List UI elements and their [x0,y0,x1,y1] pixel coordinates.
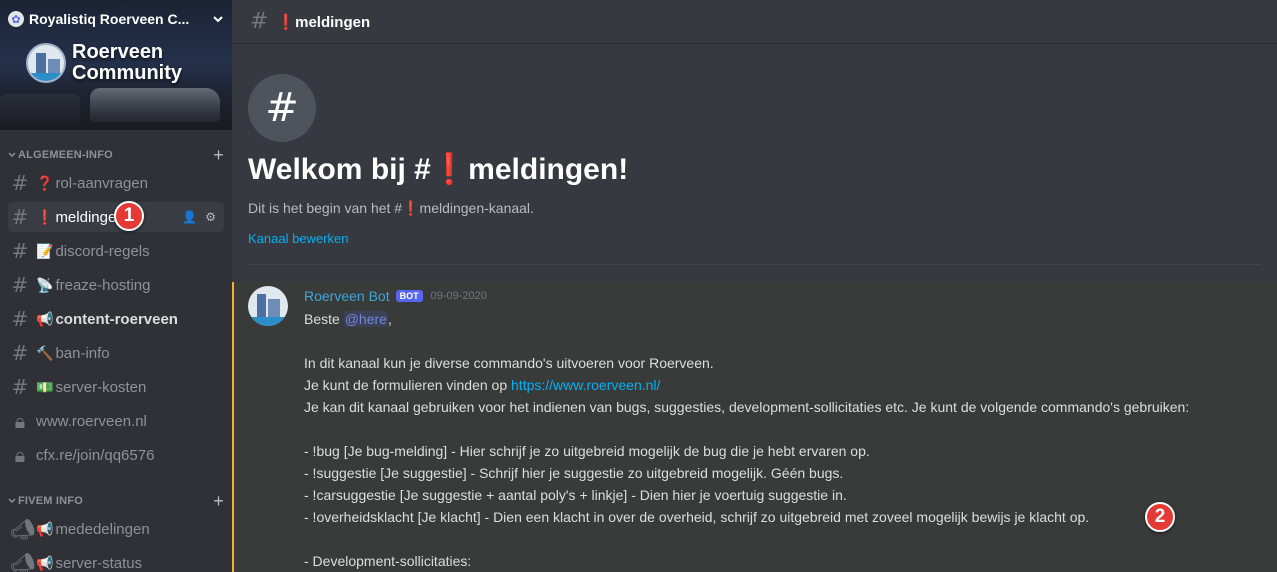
avatar[interactable] [248,286,288,326]
channel-label: www.roerveen.nl [36,412,147,430]
message-line: Je kan dit kanaal gebruiken voor het ind… [304,399,1190,415]
greeting-end: , [387,311,392,327]
channel-ban-info[interactable]: # 🔨 ban-info [8,338,224,368]
server-name-row[interactable]: ✿ Royalistiq Roerveen C... [8,9,224,29]
logo-mark [26,43,66,83]
message-line: - Development-sollicitaties: [304,553,472,569]
channel-emoji: 💵 [36,378,54,395]
server-name: Royalistiq Roerveen C... [29,11,190,27]
message-line: In dit kanaal kun je diverse commando's … [304,355,714,371]
megaphone-icon: 📣︎ [10,551,36,572]
channel-server-status[interactable]: 📣︎ 📢 server-status [8,548,224,572]
channel-label: ban-info [55,344,110,362]
divider [248,264,1261,265]
hashtag-icon: # [248,74,316,142]
hashtag-icon: # [250,9,269,34]
channel-freaze-hosting[interactable]: # 📡 freaze-hosting [8,270,224,300]
channel-emoji: 📢 [36,554,54,571]
message-timestamp: 09-09-2020 [430,290,487,302]
message-author[interactable]: Roerveen Bot [304,288,390,304]
hashtag-icon: # [11,307,29,331]
channel-emoji: 📢 [36,310,54,327]
hashtag-icon: # [11,375,29,399]
category-label: FIVEM INFO [18,495,83,507]
hashtag-icon: # [11,239,29,263]
message-line: Je kunt de formulieren vinden op https:/… [304,374,1264,396]
channel-label: server-status [55,554,143,572]
channel-cfx-join[interactable]: 🔒︎ cfx.re/join/qq6576 [8,440,224,470]
gear-icon[interactable]: ⚙ [205,210,216,224]
channel-sidebar: ✿ Royalistiq Roerveen C... Roerveen Comm… [0,0,232,572]
channel-label: cfx.re/join/qq6576 [36,446,155,464]
annotation-badge-2: 2 [1145,502,1175,532]
channel-emoji: 📡 [36,276,54,293]
greeting-text: Beste [304,311,344,327]
add-member-icon[interactable]: 👤 [182,210,197,224]
category-algemeen-info[interactable]: ALGEMEEN-INFO + [8,146,224,164]
channel-emoji: ❗ [36,208,54,225]
channel-label: content-roerveen [55,310,178,328]
hashtag-icon: # [11,273,29,297]
channel-content-roerveen[interactable]: # 📢 content-roerveen [8,304,224,334]
hashtag-icon: # [11,341,29,365]
welcome-title: Welkom bij #❗meldingen! [248,153,629,186]
channel-www-roerveen-nl[interactable]: 🔒︎ www.roerveen.nl [8,406,224,436]
annotation-badge-1: 1 [114,201,144,231]
channel-label: freaze-hosting [55,276,151,294]
flower-icon: ✿ [8,11,24,27]
chevron-down-icon[interactable] [212,13,224,25]
channel-emoji: 📢 [36,520,54,537]
channel-label: mededelingen [55,520,150,538]
lock-icon: 🔒︎ [14,409,26,433]
website-link[interactable]: https://www.roerveen.nl/ [511,377,660,393]
add-channel-icon[interactable]: + [213,492,224,510]
lock-icon: 🔒︎ [14,443,26,467]
channel-server-kosten[interactable]: # 💵 server-kosten [8,372,224,402]
channel-rol-aanvragen[interactable]: # ❓ rol-aanvragen [8,168,224,198]
message-header: Roerveen Bot BOT 09-09-2020 [304,288,487,304]
channel-title: ❗meldingen [276,13,371,31]
channel-label: discord-regels [55,242,150,260]
logo-line-2: Community [72,62,182,84]
edit-channel-link[interactable]: Kanaal bewerken [248,231,348,246]
channel-emoji: ❓ [36,174,54,191]
channel-mededelingen[interactable]: 📣︎ 📢 mededelingen [8,514,224,544]
bot-badge: BOT [395,290,423,302]
channel-discord-regels[interactable]: # 📝 discord-regels [8,236,224,266]
message-body: Beste @here, In dit kanaal kun je divers… [304,308,1264,572]
channel-emoji: 🔨 [36,344,54,361]
message-line: - !overheidsklacht [Je klacht] - Dien ee… [304,509,1090,525]
message-line: - !carsuggestie [Je suggestie + aantal p… [304,487,847,503]
logo-line-1: Roerveen [72,41,164,63]
hashtag-icon: # [11,205,29,229]
category-fivem-info[interactable]: FIVEM INFO + [8,492,224,510]
channel-label: rol-aanvragen [55,174,148,192]
welcome-subtitle: Dit is het begin van het #❗meldingen-kan… [248,200,534,216]
chevron-down-icon [8,152,16,158]
channel-welcome: # [248,74,316,142]
megaphone-icon: 📣︎ [10,517,36,541]
category-label: ALGEMEEN-INFO [18,149,113,161]
channel-actions: 👤 ⚙ [182,210,216,224]
channel-label: server-kosten [55,378,147,396]
channel-header: # ❗meldingen [232,0,1277,44]
discord-window: ✿ Royalistiq Roerveen C... Roerveen Comm… [0,0,1277,572]
channel-emoji: 📝 [36,242,54,259]
message[interactable]: Roerveen Bot BOT 09-09-2020 Beste @here,… [232,282,1277,572]
server-logo: Roerveen Community [26,42,182,84]
server-banner[interactable]: ✿ Royalistiq Roerveen C... Roerveen Comm… [0,0,232,130]
message-line: - !bug [Je bug-melding] - Hier schrijf j… [304,443,870,459]
message-line: - !suggestie [Je suggestie] - Schrijf hi… [304,465,844,481]
chevron-down-icon [8,498,16,504]
message-line: Beste @here, [304,308,1264,330]
logo-text: Roerveen Community [72,42,182,84]
hashtag-icon: # [11,171,29,195]
add-channel-icon[interactable]: + [213,146,224,164]
line-text: Je kunt de formulieren vinden op [304,377,512,393]
mention[interactable]: @here [343,311,388,327]
